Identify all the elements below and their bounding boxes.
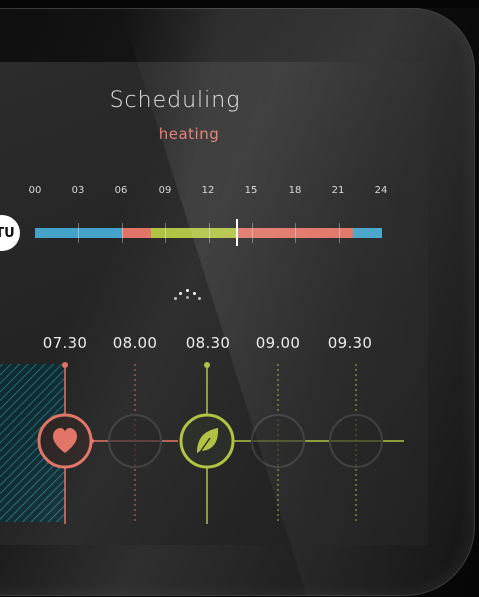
comfort-anchor-dot (62, 362, 68, 368)
eco-slot-button[interactable] (179, 413, 235, 469)
timeline-graph[interactable] (0, 62, 428, 545)
device-frame: Scheduling heating 00 03 06 09 12 15 18 … (0, 0, 479, 597)
empty-slot[interactable] (108, 414, 162, 468)
comfort-slot-button[interactable] (37, 413, 93, 469)
eco-anchor-dot (204, 362, 210, 368)
empty-slot[interactable] (329, 414, 383, 468)
thermostat-screen: Scheduling heating 00 03 06 09 12 15 18 … (0, 62, 428, 545)
empty-slot[interactable] (251, 414, 305, 468)
